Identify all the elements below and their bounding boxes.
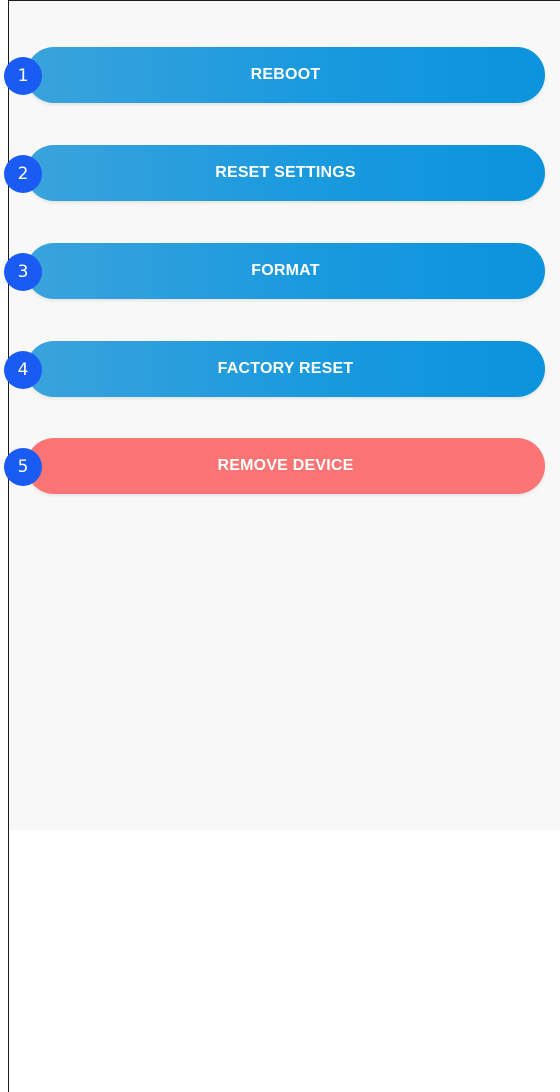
remove-device-button[interactable]: REMOVE DEVICE	[26, 438, 545, 494]
step-badge-3: 3	[4, 253, 42, 291]
step-badge-2: 2	[4, 155, 42, 193]
reset-settings-row: RESET SETTINGS 2	[0, 145, 560, 201]
remove-device-row: REMOVE DEVICE 5	[0, 438, 560, 494]
format-button-label: FORMAT	[251, 262, 320, 279]
reboot-row: REBOOT 1	[0, 47, 560, 103]
device-actions-panel	[9, 1, 560, 830]
step-badge-4: 4	[4, 351, 42, 389]
reset-settings-button[interactable]: RESET SETTINGS	[26, 145, 545, 201]
step-badge-1: 1	[4, 57, 42, 95]
reset-settings-button-label: RESET SETTINGS	[215, 164, 356, 181]
format-button[interactable]: FORMAT	[26, 243, 545, 299]
reboot-button[interactable]: REBOOT	[26, 47, 545, 103]
factory-reset-row: FACTORY RESET 4	[0, 341, 560, 397]
remove-device-button-label: REMOVE DEVICE	[217, 457, 354, 474]
format-row: FORMAT 3	[0, 243, 560, 299]
factory-reset-button-label: FACTORY RESET	[217, 360, 354, 377]
reboot-button-label: REBOOT	[250, 66, 321, 83]
step-badge-5: 5	[4, 448, 42, 486]
factory-reset-button[interactable]: FACTORY RESET	[26, 341, 545, 397]
